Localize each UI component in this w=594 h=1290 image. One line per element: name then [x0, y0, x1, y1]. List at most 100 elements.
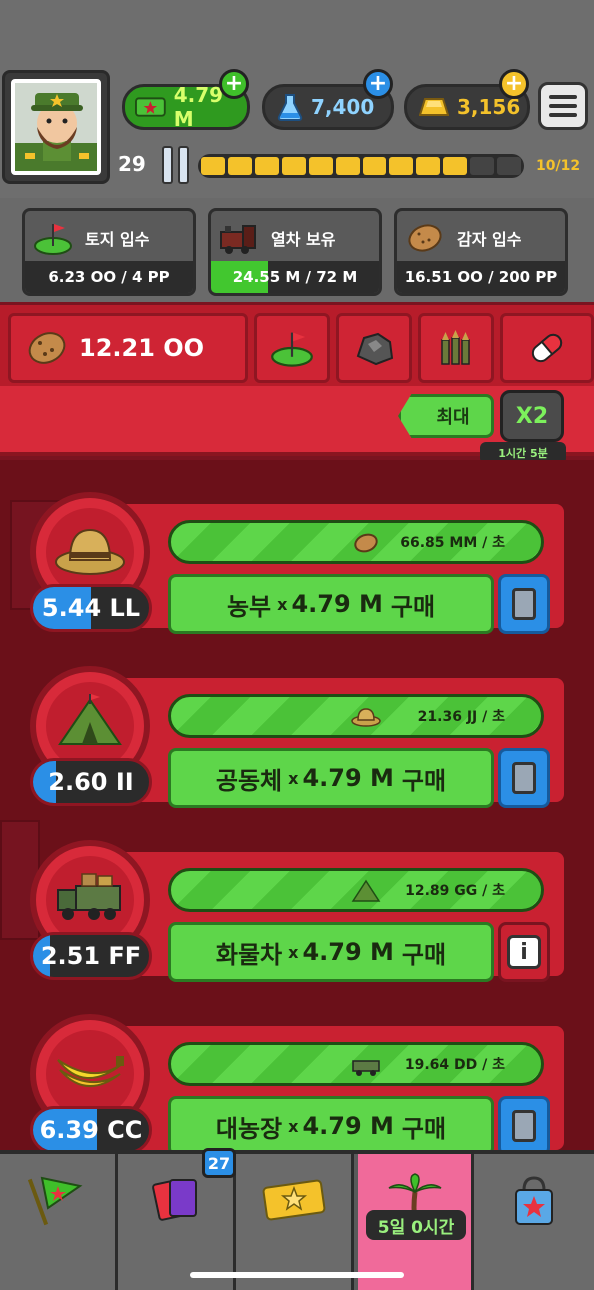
gold-display[interactable]: 3,156 + — [404, 69, 530, 130]
upgrade-card-button[interactable] — [498, 1096, 550, 1156]
xp-segment — [281, 157, 306, 175]
menu-button[interactable] — [538, 82, 588, 130]
production-rate: 66.85 MM / 초 — [400, 535, 505, 551]
buy-button[interactable]: 화물차 x 4.79 M 구매 — [168, 922, 494, 982]
nav-tab-shop[interactable] — [474, 1154, 594, 1290]
card-icon — [512, 1110, 536, 1142]
player-level: 29 — [118, 152, 146, 176]
production-bar: 21.36 JJ / 초 — [168, 694, 544, 738]
land-flag-icon — [34, 224, 72, 255]
producer-row-community: 2.60 II 21.36 JJ / 초 공동체 x 4.79 M 구매 — [0, 648, 594, 812]
xp-segment — [308, 157, 333, 175]
quest-card-land[interactable]: 토지 입수 6.23 OO / 4 PP — [22, 208, 196, 296]
quest-progress: 24.55 M / 72 M — [232, 268, 358, 286]
nav-tab-tickets[interactable] — [236, 1154, 354, 1290]
info-button[interactable]: i — [498, 922, 550, 982]
buy-button[interactable]: 대농장 x 4.79 M 구매 — [168, 1096, 494, 1156]
buy-button[interactable]: 공동체 x 4.79 M 구매 — [168, 748, 494, 808]
event-timer: 5일 0시간 — [366, 1210, 466, 1240]
producer-level: 5.44 LL — [30, 584, 152, 632]
xp-text: 10/12 — [536, 158, 581, 174]
production-rate: 21.36 JJ / 초 — [417, 709, 505, 725]
production-bar: 19.64 DD / 초 — [168, 1042, 544, 1086]
straw-hat-icon — [55, 528, 125, 575]
tab-medicine[interactable] — [500, 313, 594, 383]
producer-list: 5.44 LL 66.85 MM / 초 농부 x 4.79 M 구매 2.60… — [0, 460, 594, 1156]
home-indicator[interactable] — [190, 1272, 404, 1278]
xp-segment — [443, 157, 468, 175]
producer-level: 2.51 FF — [30, 932, 152, 980]
player-avatar[interactable] — [2, 70, 110, 184]
tab-land[interactable] — [254, 313, 330, 383]
add-gold-button[interactable]: + — [499, 69, 529, 99]
hamburger-icon — [549, 95, 577, 99]
quest-name: 감자 입수 — [457, 230, 522, 249]
add-cash-button[interactable]: + — [219, 69, 249, 99]
bottom-nav — [0, 1150, 594, 1290]
production-bar: 66.85 MM / 초 — [168, 520, 544, 564]
shopping-bag-icon — [515, 1176, 553, 1225]
card-icon — [512, 762, 536, 794]
land-flag-icon — [271, 332, 313, 367]
potato-icon — [408, 224, 442, 252]
buy-button[interactable]: 농부 x 4.79 M 구매 — [168, 574, 494, 634]
xp-segment — [227, 157, 252, 175]
production-rate: 12.89 GG / 초 — [405, 883, 505, 899]
resource-tabs: 12.21 OO — [0, 302, 594, 386]
tab-ammo[interactable] — [418, 313, 494, 383]
xp-segment — [362, 157, 387, 175]
ticket-icon — [262, 1179, 325, 1221]
top-header: 4.79 M + 7,400 + 3,156 + 29 10/12 — [0, 0, 594, 198]
xp-segment — [335, 157, 360, 175]
potato-icon — [28, 332, 66, 364]
production-rate: 19.64 DD / 초 — [404, 1057, 505, 1073]
quest-card-train[interactable]: 열차 보유 24.55 M / 72 M — [208, 208, 382, 296]
cards-count-badge: 27 — [202, 1148, 236, 1178]
add-science-button[interactable]: + — [363, 69, 393, 99]
xp-segment — [389, 157, 414, 175]
xp-segment — [416, 157, 441, 175]
cargo-truck-icon — [57, 873, 121, 920]
tent-icon — [58, 694, 122, 745]
x2-label: X2 — [515, 403, 549, 429]
producer-row-truck: 2.51 FF 12.89 GG / 초 화물차 x 4.79 M 구매 i — [0, 822, 594, 986]
quest-name: 열차 보유 — [271, 230, 336, 249]
producer-level: 2.60 II — [30, 758, 152, 806]
card-icon — [512, 588, 536, 620]
banana-icon — [57, 1056, 124, 1088]
science-display[interactable]: 7,400 + — [262, 69, 394, 130]
info-icon: i — [507, 935, 541, 969]
pause-button[interactable] — [162, 146, 192, 184]
x2-boost-button[interactable]: X2 — [500, 390, 564, 442]
cargo-truck-icon — [352, 1060, 380, 1076]
gold-bar-icon — [419, 98, 449, 116]
tab-potato[interactable]: 12.21 OO — [8, 313, 248, 383]
tab-ore[interactable] — [336, 313, 412, 383]
xp-progress-bar — [198, 154, 524, 178]
nav-tab-map[interactable] — [0, 1154, 118, 1290]
science-value: 7,400 — [311, 95, 375, 119]
straw-hat-icon — [351, 708, 381, 727]
ammo-icon — [441, 330, 470, 365]
quest-card-potato[interactable]: 감자 입수 16.51 OO / 200 PP — [394, 208, 568, 296]
potato-count: 12.21 OO — [79, 334, 205, 362]
train-icon — [220, 225, 256, 254]
producer-level: 6.39 CC — [30, 1106, 152, 1154]
cash-display[interactable]: 4.79 M + — [122, 69, 250, 131]
quest-progress: 16.51 OO / 200 PP — [404, 268, 558, 286]
upgrade-card-button[interactable] — [498, 748, 550, 808]
upgrade-card-button[interactable] — [498, 574, 550, 634]
ore-icon — [356, 332, 394, 366]
xp-segment — [470, 157, 495, 175]
producer-row-farmer: 5.44 LL 66.85 MM / 초 농부 x 4.79 M 구매 — [0, 474, 594, 638]
producer-row-plantation: 6.39 CC 19.64 DD / 초 대농장 x 4.79 M 구매 — [0, 996, 594, 1160]
multiplier-bar: 최대 X2 1시간 5분 — [0, 386, 594, 464]
flag-icon — [27, 1176, 82, 1226]
xp-segment — [497, 157, 522, 175]
max-buy-button[interactable]: 최대 — [398, 394, 494, 438]
quest-name: 토지 입수 — [85, 230, 150, 249]
general-portrait-icon — [15, 93, 97, 171]
cash-icon — [135, 97, 166, 117]
quest-progress: 6.23 OO / 4 PP — [48, 268, 170, 286]
xp-segment — [201, 157, 225, 175]
